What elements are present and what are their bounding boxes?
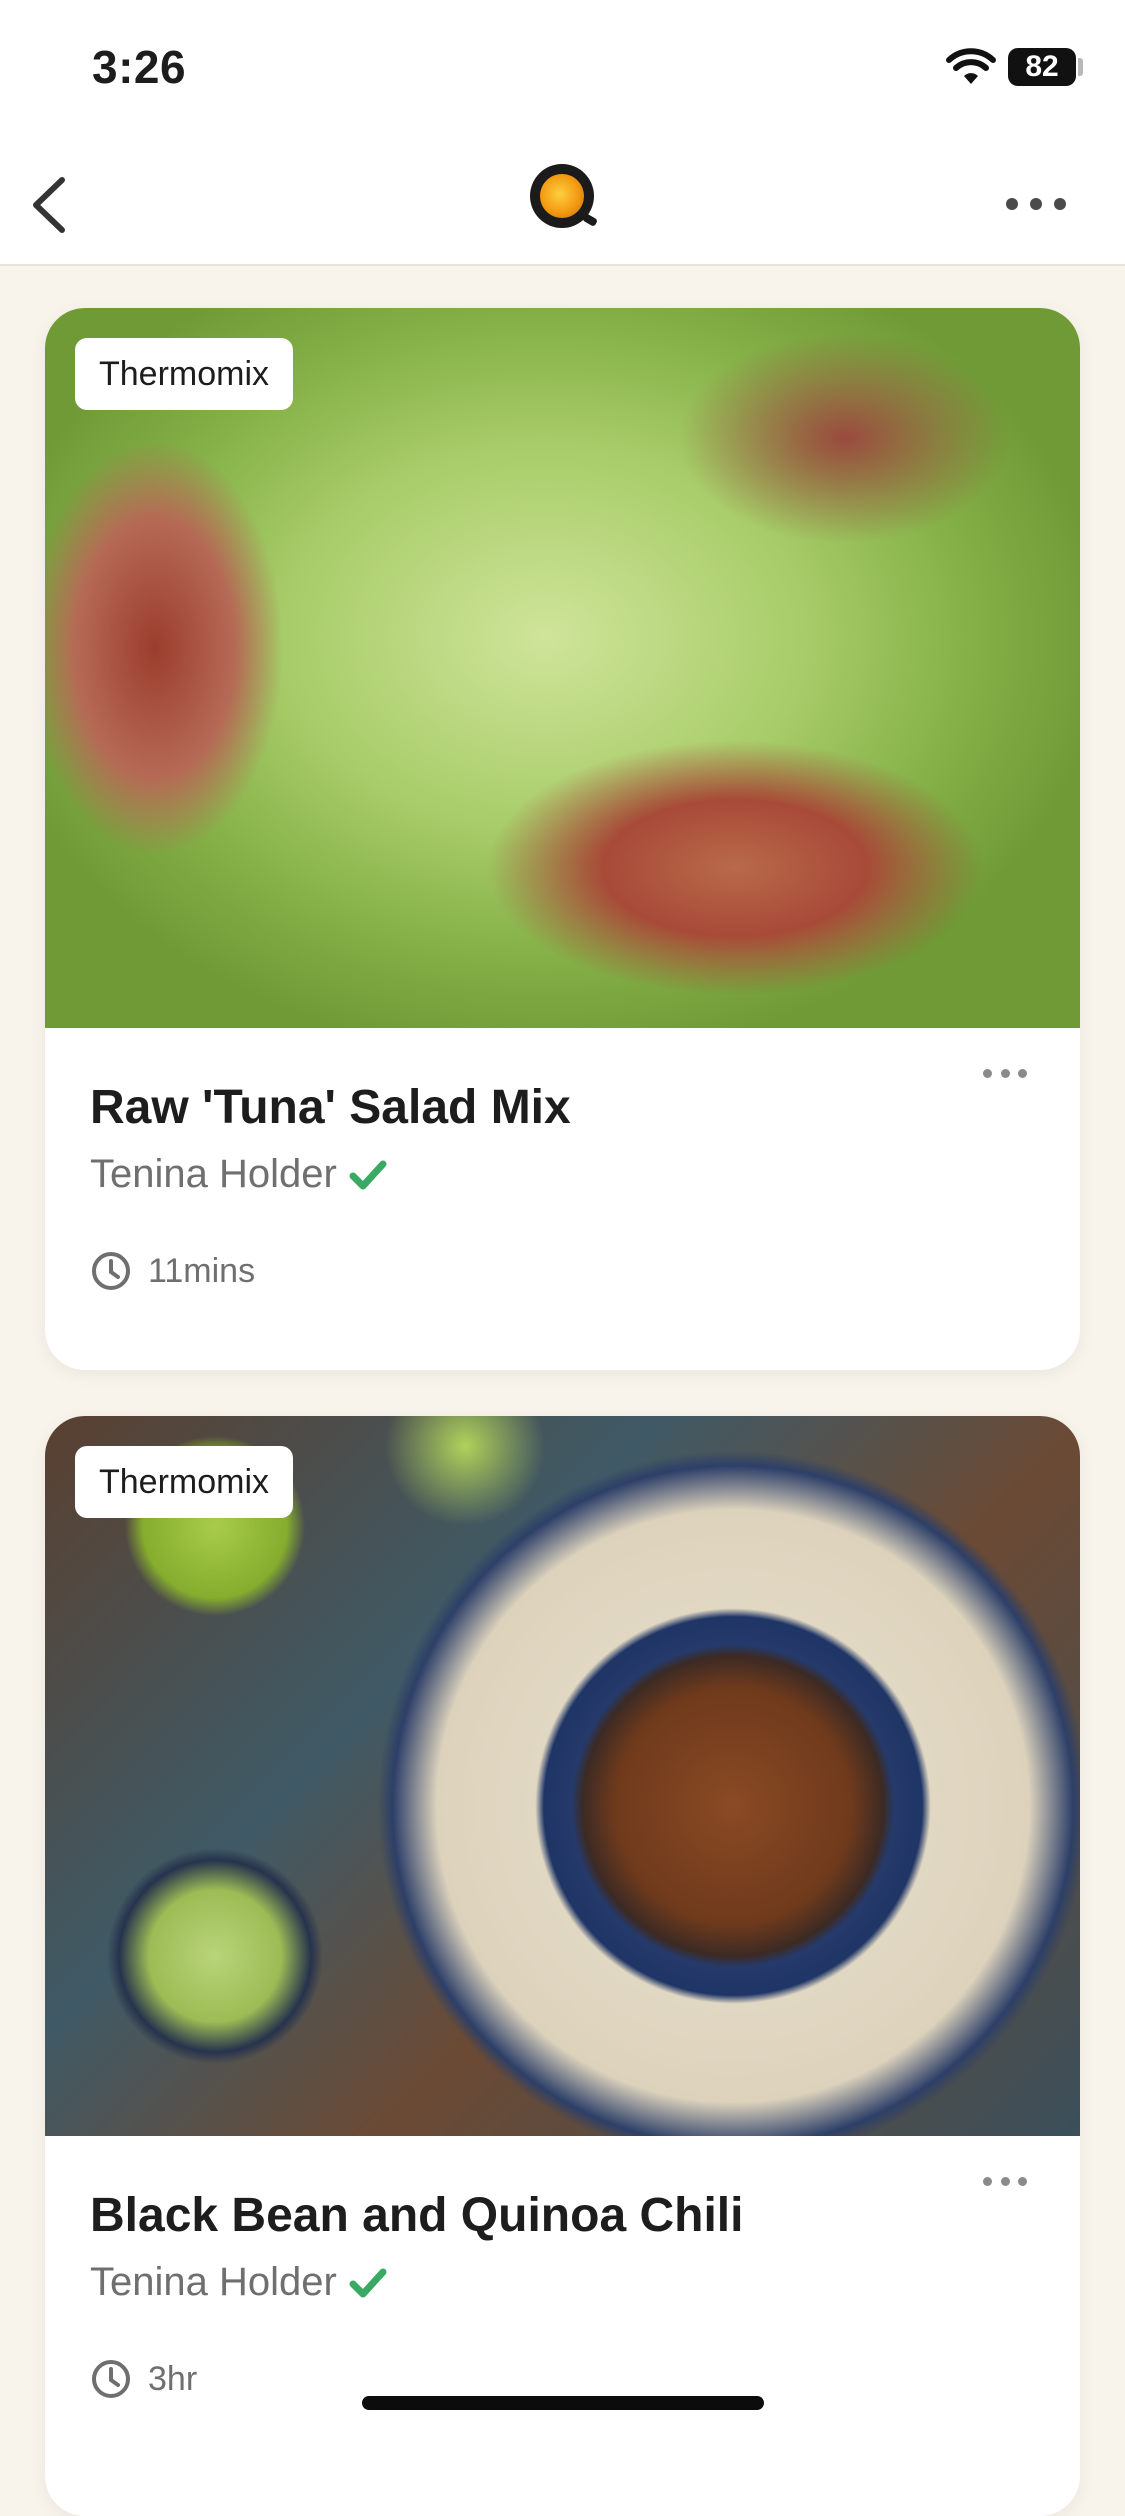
ellipsis-dot [1030,198,1042,210]
logo-pan-icon [540,174,584,218]
recipe-author[interactable]: Tenina Holder [90,1152,337,1197]
logo-handle [581,213,599,227]
recipe-more-button[interactable] [983,2174,1027,2188]
recipe-tag: Thermomix [75,338,294,410]
ellipsis-dot [983,1068,992,1078]
ellipsis-dot [1000,2176,1010,2186]
recipe-tag: Thermomix [75,1446,294,1518]
status-bar: 3:26 82 [0,0,1125,140]
home-indicator[interactable] [362,2396,764,2410]
recipe-title[interactable]: Black Bean and Quinoa Chili [90,2188,743,2243]
ellipsis-dot [1018,2176,1027,2186]
battery-cap [1078,58,1083,76]
status-time: 3:26 [92,41,187,93]
recipe-duration: 3hr [148,2359,198,2398]
recipe-image[interactable]: Thermomix [45,308,1080,1028]
recipe-image[interactable]: Thermomix [45,1416,1080,2136]
more-options-button[interactable] [1006,192,1066,216]
recipe-card[interactable]: Thermomix Raw 'Tuna' Salad Mix Tenina Ho… [45,308,1080,1370]
recipe-card[interactable]: Thermomix Black Bean and Quinoa Chili Te… [45,1416,1080,2516]
nav-bar [0,140,1125,266]
chevron-left-icon[interactable] [20,170,80,240]
clock-icon [92,2360,130,2398]
duration-row: 3hr [90,2358,197,2400]
ellipsis-dot [1018,1068,1027,1078]
battery-level: 82 [1025,50,1059,83]
recipe-duration: 11mins [148,1251,256,1290]
ellipsis-dot [1006,198,1018,210]
recipe-more-button[interactable] [983,1066,1027,1080]
author-row: Tenina Holder [90,2260,387,2305]
recipe-author[interactable]: Tenina Holder [90,2260,337,2305]
clock-icon [92,1252,130,1290]
ellipsis-dot [1054,198,1066,210]
duration-row: 11mins [90,1250,255,1292]
verified-check-icon [349,2268,387,2297]
recipe-title[interactable]: Raw 'Tuna' Salad Mix [90,1080,571,1135]
wifi-icon [946,48,996,84]
ellipsis-dot [1000,1068,1010,1078]
author-row: Tenina Holder [90,1152,387,1197]
battery-icon: 82 [1008,48,1076,86]
ellipsis-dot [983,2176,992,2186]
verified-check-icon [349,1160,387,1189]
